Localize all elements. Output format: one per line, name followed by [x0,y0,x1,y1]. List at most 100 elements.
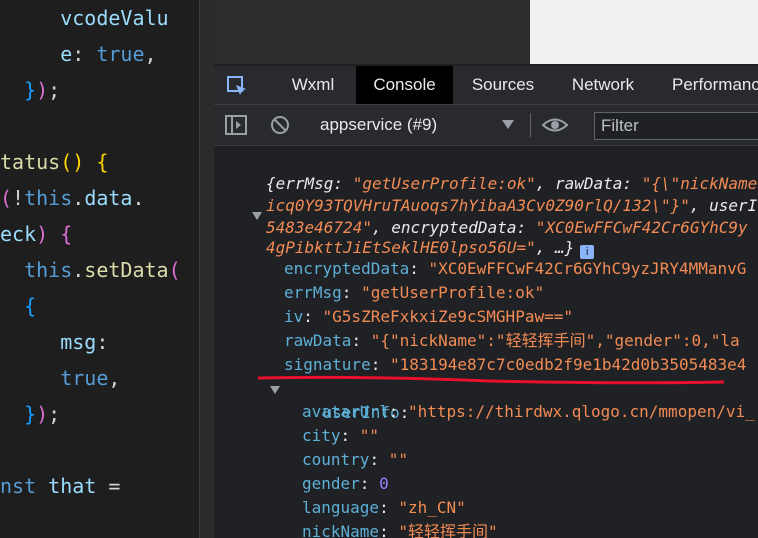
property-value: "" [359,426,380,445]
code-token: . [72,258,85,282]
tab-console[interactable]: Console [356,66,453,104]
property-value: "zh_CN" [398,498,466,517]
chevron-down-icon[interactable] [502,120,514,129]
colon: : [359,474,380,493]
property-value: "XC0EwFFCwF42Cr6GYhC9yzJRY4MManvG [428,259,747,278]
preview-token: , rawData: [535,174,642,193]
property-key: gender [302,474,360,493]
property-value: "{"nickName":"轻轻挥手间","gender":0,"la [370,331,740,350]
code-token: { [96,150,109,174]
property-row[interactable]: gender: 0 [302,472,389,496]
property-row[interactable]: city: "" [302,424,379,448]
property-row[interactable]: encryptedData: "XC0EwFFCwF42Cr6GYhC9yzJR… [284,257,746,281]
colon: : [303,307,323,326]
colon: : [351,331,371,350]
property-row[interactable]: nickName: "轻轻挥手间" [302,520,498,538]
preview-token: 4gPibkttJiEtSeklHE0lpso56U=" [266,238,536,257]
property-value: "轻轻挥手间" [398,522,498,538]
code-token: ; [48,78,61,102]
colon: : [369,450,389,469]
eye-icon[interactable] [542,114,568,136]
preview-token: icq0Y93TQVHruTAuoqs7hYibaA3Cv0Z90rlQ/132… [266,196,690,215]
code-token: ( [0,186,13,210]
property-key: rawData [284,331,352,350]
code-token: ) [36,78,49,102]
filter-field[interactable]: Filter [594,112,758,140]
code-token: eck [0,222,37,246]
code-token: tatus [0,150,61,174]
code-line: vcodeValu [0,0,168,36]
expand-triangle-icon[interactable] [252,212,262,220]
preview-token: , …} [535,238,575,257]
preview-token: "{\"nickName [641,174,758,193]
colon: : [379,522,399,538]
context-selector[interactable]: appservice (#9) [320,105,520,145]
property-row[interactable]: iv: "G5sZReFxkxiZe9cSMGHPaw==" [284,305,573,329]
code-token: () [60,150,85,174]
code-line: tatus() { [0,144,108,180]
code-line: nst that = [0,468,120,504]
userinfo-collapse-triangle-icon[interactable] [270,386,280,394]
code-token: } [0,402,37,426]
property-key: city [302,426,341,445]
code-line: eck) { [0,216,72,252]
preview-token: , encryptedData: [371,218,536,237]
code-line: }); [0,72,60,108]
preview-token: "XC0EwFFCwF42Cr6GYhC9y [535,218,748,237]
code-token: true [96,42,145,66]
code-token: setData [84,258,169,282]
code-token: ) [36,222,49,246]
panel-splitter[interactable] [200,0,214,538]
code-token: e [0,42,73,66]
property-row[interactable]: avatarUrl: "https://thirdwx.qlogo.cn/mmo… [302,400,755,424]
code-token: = [96,474,121,498]
property-row[interactable]: errMsg: "getUserProfile:ok" [284,281,544,305]
colon: : [370,355,390,374]
code-token: . [132,186,145,210]
property-value: "https://thirdwx.qlogo.cn/mmopen/vi_ [407,402,755,421]
tab-performance[interactable]: Performance [672,66,758,104]
property-value: "getUserProfile:ok" [361,283,545,302]
code-token: . [72,186,85,210]
console-output[interactable]: {errMsg: "getUserProfile:ok", rawData: "… [214,146,758,538]
code-token: nst [0,474,37,498]
property-key: country [302,450,370,469]
code-token: true [0,366,109,390]
property-value: 0 [379,474,389,493]
code-line: true, [0,360,120,396]
property-value: "G5sZReFxkxiZe9cSMGHPaw==" [322,307,573,326]
code-token: msg [0,330,97,354]
filter-input[interactable]: Filter [601,113,758,139]
colon: : [341,283,362,302]
inspect-element-icon[interactable] [226,75,248,97]
code-token: ! [12,186,25,210]
preview-token: , userI [689,196,758,215]
tab-network[interactable]: Network [558,66,648,104]
preview-token: "getUserProfile:ok" [352,174,536,193]
property-row[interactable]: language: "zh_CN" [302,496,466,520]
code-token: this [0,258,73,282]
tab-sources[interactable]: Sources [460,66,546,104]
property-row[interactable]: rawData: "{"nickName":"轻轻挥手间","gender":0… [284,329,740,353]
code-token: { [0,294,37,318]
object-preview-line[interactable]: icq0Y93TQVHruTAuoqs7hYibaA3Cv0Z90rlQ/132… [266,194,757,218]
preview-token: 5483e46724" [266,218,372,237]
colon: : [388,402,408,421]
code-token: } [0,78,37,102]
code-line: msg: [0,324,108,360]
code-line: (!this.data. [0,180,145,216]
property-row[interactable]: country: "" [302,448,408,472]
colon: : [379,498,399,517]
code-token: ) [36,402,49,426]
tab-wxml[interactable]: Wxml [278,66,348,104]
property-key: language [302,498,380,517]
preview-token: {errMsg: [266,174,353,193]
property-row[interactable]: signature: "183194e87c7c0edb2f9e1b42d0b3… [284,353,746,377]
code-token: data [84,186,133,210]
clear-console-icon[interactable] [269,114,291,136]
code-token: this [24,186,73,210]
object-preview-line[interactable]: {errMsg: "getUserProfile:ok", rawData: "… [266,172,757,196]
sidebar-toggle-icon[interactable] [225,114,247,136]
code-editor[interactable]: vcodeValu e: true, }); tatus() {(!this.da… [0,0,200,538]
